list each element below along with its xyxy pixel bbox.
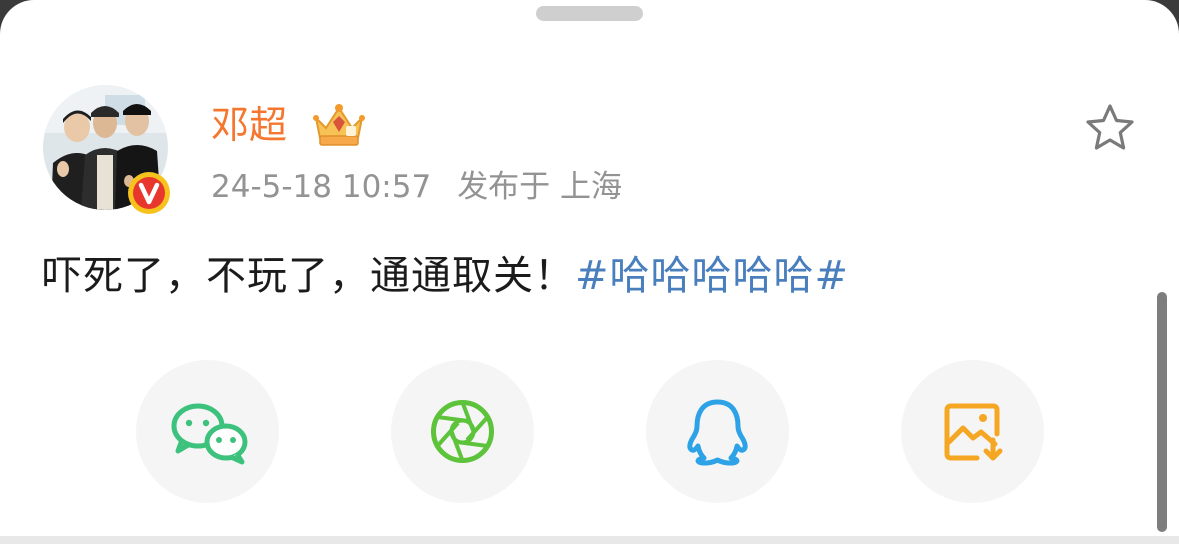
share-moments-button[interactable]: [391, 360, 534, 503]
qq-icon: [687, 399, 748, 466]
post-location: 发布于 上海: [457, 169, 623, 205]
post-detail-sheet: 邓超 24-5-18 10:57 发布于 上海 吓死了，不玩了，通通取关！#哈哈哈…: [0, 0, 1179, 560]
hashtag-link[interactable]: #哈哈哈哈哈#: [575, 253, 849, 299]
save-image-icon: [944, 403, 1003, 461]
crown-badge-icon[interactable]: [312, 102, 366, 148]
wechat-icon: [171, 403, 248, 465]
share-wechat-button[interactable]: [136, 360, 279, 503]
share-qq-button[interactable]: [646, 360, 789, 503]
post-meta: 24-5-18 10:57 发布于 上海: [211, 164, 622, 210]
post-timestamp: 24-5-18 10:57: [211, 169, 432, 205]
author-name[interactable]: 邓超: [211, 100, 287, 150]
moments-icon: [431, 400, 494, 463]
post-text: 吓死了，不玩了，通通取关！: [42, 253, 575, 299]
scrollbar[interactable]: [1157, 292, 1167, 532]
post-content: 吓死了，不玩了，通通取关！#哈哈哈哈哈#: [42, 248, 849, 304]
star-outline-icon[interactable]: [1082, 100, 1138, 156]
drag-handle[interactable]: [536, 6, 643, 21]
bottom-edge: [0, 536, 1179, 544]
save-image-button[interactable]: [901, 360, 1044, 503]
verified-v-icon: [127, 171, 171, 215]
